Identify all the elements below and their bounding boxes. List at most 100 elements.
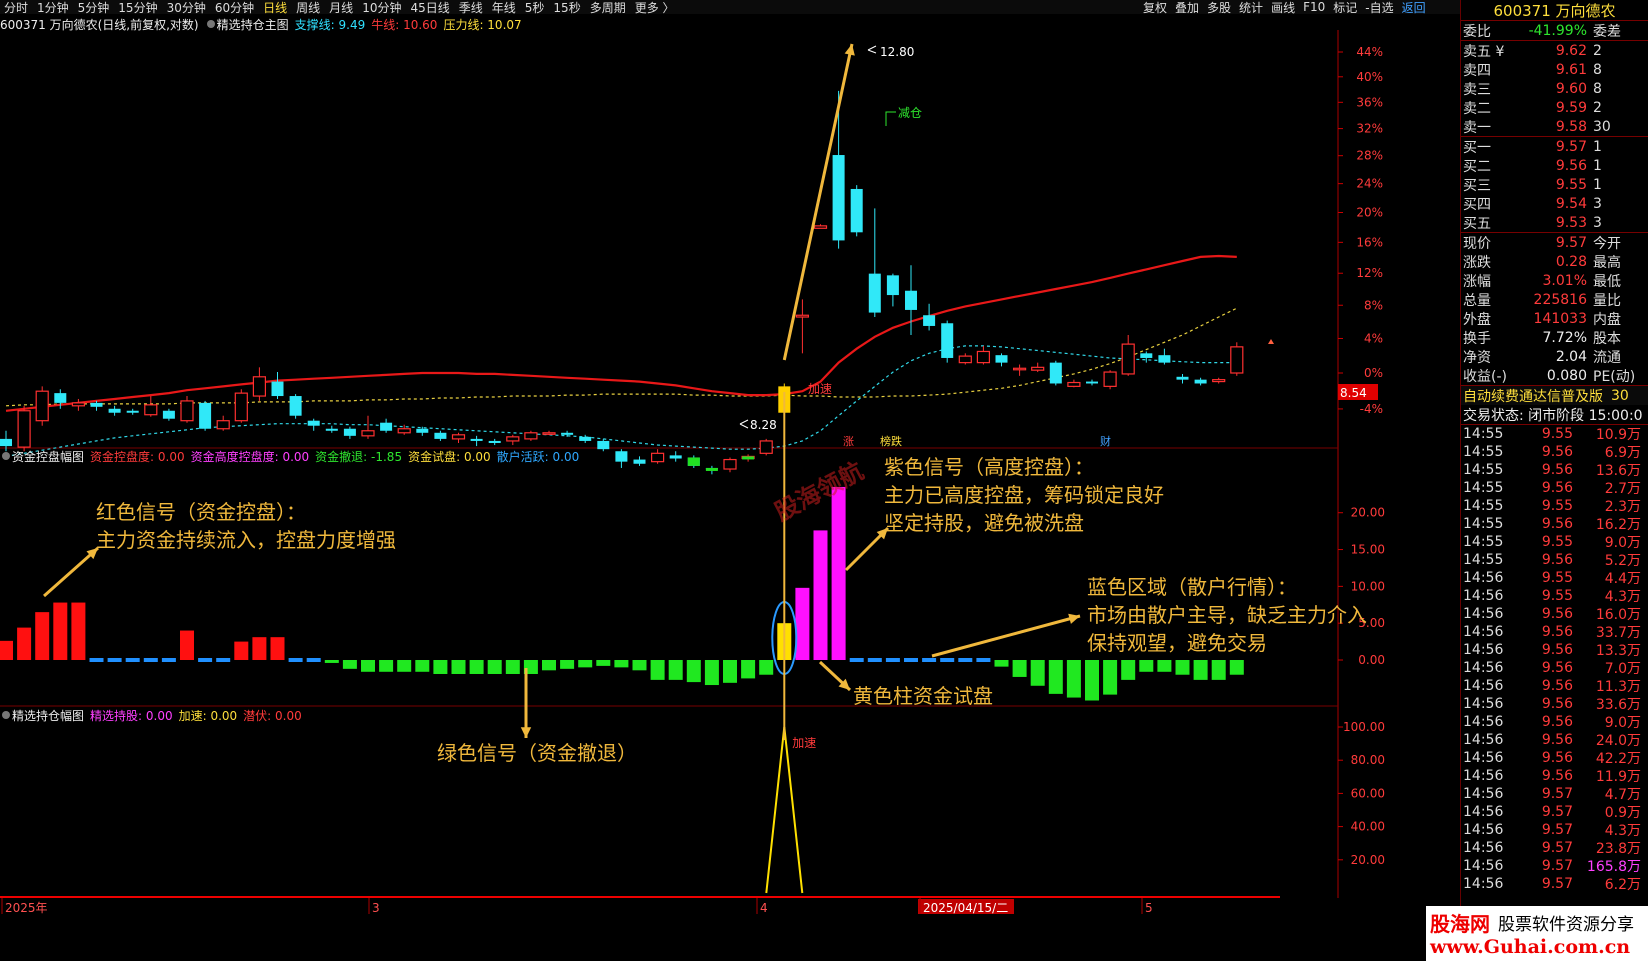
ask-row-l: 卖五 ¥	[1463, 43, 1505, 60]
candle-body	[832, 155, 845, 241]
candle	[813, 224, 828, 229]
fund-bar-blue	[958, 658, 973, 662]
stat-row: 收益(-) 0.080 PE(动)	[1461, 366, 1648, 385]
tick-vol: 6.2万	[1604, 877, 1641, 893]
candle	[1176, 373, 1189, 384]
candle-body	[1049, 362, 1062, 384]
candle	[958, 353, 972, 365]
wei-bi-row: 委比 -41.99% 委差	[1461, 21, 1648, 40]
bid-row-e: 1	[1593, 138, 1602, 155]
indicator-dot-icon[interactable]	[2, 452, 10, 460]
candle	[71, 398, 86, 411]
tick-p: 9.56	[1541, 660, 1573, 676]
blue-zone-desc: 保持观望，避免交易	[1087, 631, 1267, 655]
tick-vol: 2.7万	[1604, 481, 1641, 497]
bid-row: 买一 9.57 1	[1461, 137, 1648, 156]
bid-row: 买三 9.55 1	[1461, 175, 1648, 194]
tick-row: 14:55 9.56 2.7万	[1461, 479, 1648, 497]
ask-row-v: 9.58	[1555, 118, 1587, 135]
signal-candle-body	[742, 456, 755, 460]
stat-row-l: 收益(-)	[1463, 368, 1507, 385]
ask-row-e: 30	[1593, 118, 1611, 135]
quote-stock-name[interactable]: 600371 万向德农	[1461, 0, 1648, 20]
candle-body	[597, 440, 610, 450]
tick-vol: 11.3万	[1595, 679, 1641, 695]
red-signal-title: 红色信号（资金控盘）：	[96, 500, 306, 524]
event-tag: 榜跌	[880, 434, 902, 448]
candle-body	[850, 188, 863, 233]
fund-y-tick-label: 15.00	[1351, 543, 1385, 557]
candle-body	[180, 400, 194, 422]
indicator-dot-icon[interactable]	[206, 20, 215, 28]
candle	[380, 418, 393, 433]
candle	[923, 303, 936, 331]
promo-banner[interactable]: 自动续费通达信普及版 30	[1461, 386, 1648, 405]
stat-row-l: 总量	[1463, 292, 1491, 309]
stat-row: 涨幅 3.01% 最低	[1461, 271, 1648, 290]
pos-panel-title[interactable]: 精选持仓幅图	[12, 707, 84, 724]
tick-p: 9.56	[1541, 768, 1573, 784]
tick-p: 9.57	[1541, 876, 1573, 892]
fund-bar	[759, 660, 774, 675]
candle	[542, 430, 556, 435]
tick-p: 9.57	[1541, 840, 1573, 856]
tick-row: 14:55 9.56 5.2万	[1461, 551, 1648, 569]
ask-row: 卖三 9.60 8	[1461, 79, 1648, 98]
candle-body	[958, 355, 972, 364]
candle	[868, 208, 881, 318]
fund-bar	[1157, 660, 1172, 672]
tick-vol: 165.8万	[1586, 859, 1641, 875]
tick-p: 9.56	[1541, 714, 1573, 730]
kline-chart[interactable]: 44% 40% 36% 32% 28% 24% 20% 16% 12% 8% 4% 0% -4% 8.54…	[0, 0, 1460, 961]
tick-vol: 13.3万	[1595, 643, 1641, 659]
candle-body	[199, 402, 212, 429]
fund-bar-blue	[940, 658, 955, 662]
candle-body	[434, 432, 447, 439]
candle-body	[795, 314, 810, 318]
fund-bar	[71, 602, 86, 660]
tick-p: 9.57	[1541, 786, 1573, 802]
stat-row-l: 换手	[1463, 330, 1491, 347]
stat-row-e: 最高	[1593, 254, 1621, 271]
fund-bar	[668, 660, 683, 680]
tick-t: 14:56	[1463, 840, 1504, 856]
tick-row: 14:55 9.56 6.9万	[1461, 443, 1648, 461]
red-signal-annotation: 红色信号（资金控盘）： 主力资金持续流入，控盘力度增强	[96, 498, 396, 554]
ask-row-l: 卖一	[1463, 119, 1491, 136]
tick-vol: 16.0万	[1595, 607, 1641, 623]
tick-row: 14:56 9.57 6.2万	[1461, 875, 1648, 893]
candle-body	[90, 402, 103, 407]
tick-vol: 24.0万	[1595, 733, 1641, 749]
bid-row-v: 9.55	[1555, 176, 1587, 193]
candle	[17, 405, 31, 452]
ask-row-e: 2	[1593, 99, 1602, 116]
fund-bar	[1121, 660, 1136, 680]
stat-row-e: 流通	[1593, 349, 1621, 366]
candle	[199, 400, 212, 431]
candle-body	[416, 428, 429, 433]
tick-p: 9.56	[1541, 480, 1573, 496]
tick-p: 9.56	[1541, 552, 1573, 568]
tick-row: 14:56 9.56 7.0万	[1461, 659, 1648, 677]
fund-bar	[813, 530, 828, 660]
fund-bar	[1193, 660, 1208, 680]
fund-panel-title[interactable]: 资金控盘幅图	[12, 448, 84, 465]
accel-label-main: 加速	[808, 382, 832, 396]
green-signal-arrow-head	[520, 727, 532, 738]
candle-body	[615, 451, 628, 462]
fund-bar	[1139, 660, 1154, 672]
fund-bar	[1085, 660, 1099, 701]
candle-body	[1230, 346, 1244, 374]
candle	[216, 415, 230, 431]
candle	[1194, 377, 1207, 386]
indicator-dot-icon[interactable]	[2, 711, 10, 719]
tick-p: 9.57	[1541, 804, 1573, 820]
main-panel-titlebar: 600371 万向德农(日线,前复权,对数) 精选持仓主图 支撑线: 9.49 …	[0, 16, 528, 32]
bid-row-l: 买五	[1463, 215, 1491, 232]
pos-panel-titlebar: 精选持仓幅图 精选持股: 0.00 加速: 0.00 潜伏: 0.00	[0, 707, 308, 723]
ask-row-e: 8	[1593, 80, 1602, 97]
candle	[1067, 379, 1081, 388]
reduce-pointer	[885, 111, 896, 126]
main-indicator-name[interactable]: 精选持仓主图	[217, 16, 289, 33]
candle	[524, 430, 538, 441]
